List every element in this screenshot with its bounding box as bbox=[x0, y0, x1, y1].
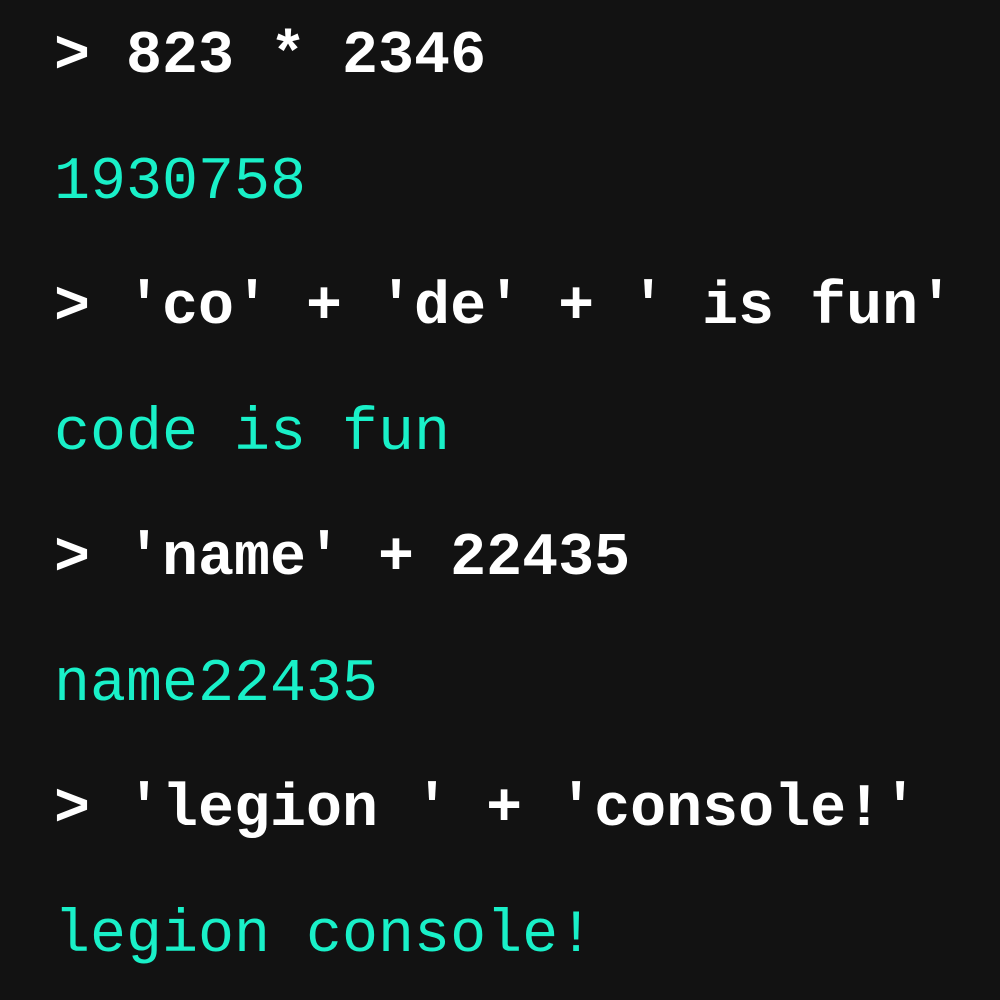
console-result-line: name22435 bbox=[54, 651, 379, 719]
console-output-area[interactable]: > 823 * 2346 1930758 > 'co' + 'de' + ' i… bbox=[0, 0, 1000, 1000]
console-result-line: legion console! bbox=[54, 902, 595, 970]
console-input-line: > 'name' + 22435 bbox=[54, 525, 631, 593]
console-input-line: > 823 * 2346 bbox=[54, 23, 487, 91]
console-input-line: > 'co' + 'de' + ' is fun' bbox=[54, 274, 955, 342]
console-result-line: 1930758 bbox=[54, 149, 307, 217]
console-result-line: code is fun bbox=[54, 400, 451, 468]
console-input-line: > 'legion ' + 'console!' bbox=[54, 776, 919, 844]
